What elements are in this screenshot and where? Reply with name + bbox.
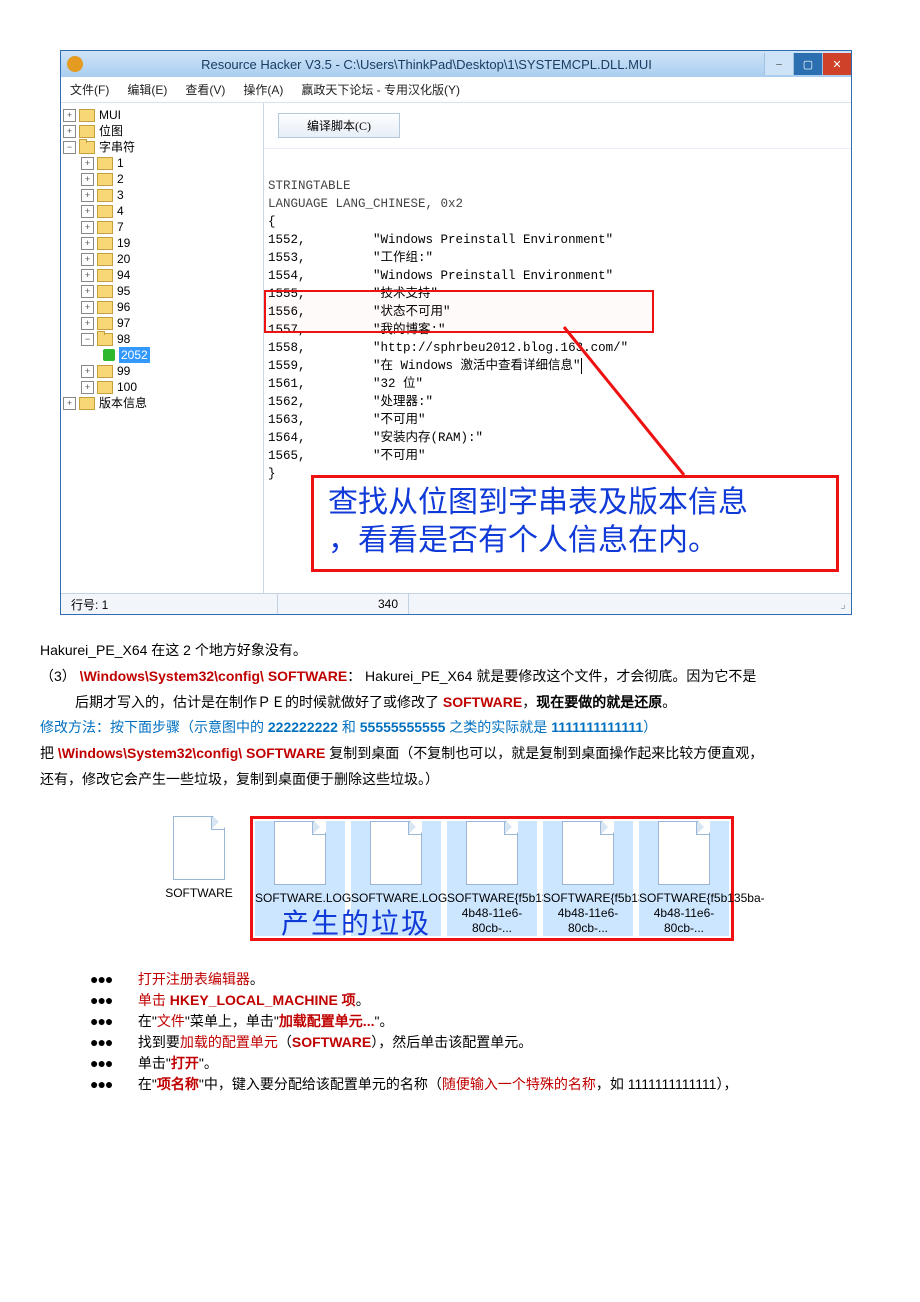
file-label: SOFTWARE{f5b135ba-4b48-11e6-80cb-... xyxy=(447,891,537,936)
status-bar: 行号: 1 340 ⌟ xyxy=(61,593,851,614)
tree-node[interactable]: 100 xyxy=(117,379,137,395)
source-pane: 编译脚本(C) STRINGTABLE LANGUAGE LANG_CHINES… xyxy=(264,103,851,593)
file-icon xyxy=(274,821,326,885)
para: 还有，修改它会产生一些垃圾，复制到桌面便于删除这些垃圾。） xyxy=(40,768,880,792)
list-item: ●●● 在"文件"菜单上，单击"加载配置单元..."。 xyxy=(90,1011,880,1031)
tree-node[interactable]: 96 xyxy=(117,299,130,315)
para: 修改方法：按下面步骤（示意图中的 222222222 和 55555555555… xyxy=(40,716,880,740)
title-bar[interactable]: Resource Hacker V3.5 - C:\Users\ThinkPad… xyxy=(61,51,851,77)
file-label: SOFTWARE{f5b135ba-4b48-11e6-80cb-... xyxy=(639,891,729,936)
close-button[interactable]: ✕ xyxy=(822,53,851,75)
menu-bar: 文件(F) 编辑(E) 查看(V) 操作(A) 赢政天下论坛 - 专用汉化版(Y… xyxy=(61,77,851,103)
list-item: ●●● 在"项名称"中，键入要分配给该配置单元的名称（随便输入一个特殊的名称，如… xyxy=(90,1074,880,1094)
text-caret xyxy=(581,358,582,374)
status-line: 行号: 1 xyxy=(71,596,108,613)
file-icon xyxy=(173,816,225,880)
tree-node[interactable]: 1 xyxy=(117,155,124,171)
maximize-button[interactable]: ▢ xyxy=(793,53,822,75)
tree-node[interactable]: 97 xyxy=(117,315,130,331)
tree-leaf-selected[interactable]: 2052 xyxy=(119,347,150,363)
tree-node[interactable]: 98 xyxy=(117,331,130,347)
file-icon xyxy=(658,821,710,885)
garbage-files-highlight: SOFTWARE.LOG1 SOFTWARE.LOG2 SOFTWARE{f5b… xyxy=(250,816,734,941)
file-item[interactable]: SOFTWARE xyxy=(154,816,244,941)
tree-node[interactable]: 2 xyxy=(117,171,124,187)
app-icon xyxy=(67,56,83,72)
menu-action[interactable]: 操作(A) xyxy=(240,80,286,99)
file-item[interactable]: SOFTWARE{f5b135ba-4b48-11e6-80cb-... xyxy=(447,821,537,936)
tree-bitmap[interactable]: 位图 xyxy=(99,123,123,139)
tree-node[interactable]: 7 xyxy=(117,219,124,235)
tree-node[interactable]: 19 xyxy=(117,235,130,251)
minimize-button[interactable]: – xyxy=(764,53,793,75)
steps-list: ●●● 打开注册表编辑器。 ●●● 单击 HKEY_LOCAL_MACHINE … xyxy=(40,969,880,1094)
menu-view[interactable]: 查看(V) xyxy=(182,80,228,99)
resource-leaf-icon xyxy=(103,349,115,361)
body-text: Hakurei_PE_X64 在这 2 个地方好象没有。 （3） \Window… xyxy=(40,639,880,792)
window-title: Resource Hacker V3.5 - C:\Users\ThinkPad… xyxy=(89,57,764,72)
garbage-caption: 产生的垃圾 xyxy=(281,902,431,942)
file-item[interactable]: SOFTWARE{f5b135ba-4b48-11e6-80cb-... xyxy=(543,821,633,936)
tree-node[interactable]: 3 xyxy=(117,187,124,203)
tree-stringtable[interactable]: 字串符 xyxy=(99,139,135,155)
tree-node[interactable]: 95 xyxy=(117,283,130,299)
para: 后期才写入的，估计是在制作ＰＥ的时候就做好了或修改了 SOFTWARE，现在要做… xyxy=(40,691,880,715)
menu-forum[interactable]: 赢政天下论坛 - 专用汉化版(Y) xyxy=(298,80,463,99)
compile-script-button[interactable]: 编译脚本(C) xyxy=(278,113,400,138)
file-explorer-snippet: SOFTWARE SOFTWARE.LOG1 SOFTWARE.LOG2 SOF… xyxy=(146,804,774,951)
annotation-highlight xyxy=(264,290,654,333)
tree-mui[interactable]: MUI xyxy=(99,107,121,123)
menu-file[interactable]: 文件(F) xyxy=(67,80,112,99)
file-icon xyxy=(562,821,614,885)
tree-node[interactable]: 94 xyxy=(117,267,130,283)
list-item: ●●● 单击 HKEY_LOCAL_MACHINE 项。 xyxy=(90,990,880,1010)
list-item: ●●● 打开注册表编辑器。 xyxy=(90,969,880,989)
list-item: ●●● 单击"打开"。 xyxy=(90,1053,880,1073)
tree-node[interactable]: 99 xyxy=(117,363,130,379)
para: （3） \Windows\System32\config\ SOFTWARE： … xyxy=(40,665,880,689)
resource-tree[interactable]: +MUI +位图 −字串符 +1 +2 +3 +4 +7 +19 +20 +94… xyxy=(61,103,264,593)
file-label: SOFTWARE{f5b135ba-4b48-11e6-80cb-... xyxy=(543,891,633,936)
resize-grip-icon[interactable]: ⌟ xyxy=(835,597,851,611)
list-item: ●●● 找到要加载的配置单元（SOFTWARE），然后单击该配置单元。 xyxy=(90,1032,880,1052)
tree-node[interactable]: 4 xyxy=(117,203,124,219)
menu-edit[interactable]: 编辑(E) xyxy=(124,80,170,99)
file-icon xyxy=(466,821,518,885)
resource-hacker-window: Resource Hacker V3.5 - C:\Users\ThinkPad… xyxy=(60,50,852,615)
tree-version[interactable]: 版本信息 xyxy=(99,395,147,411)
para: Hakurei_PE_X64 在这 2 个地方好象没有。 xyxy=(40,639,880,663)
file-icon xyxy=(370,821,422,885)
tree-node[interactable]: 20 xyxy=(117,251,130,267)
status-col: 340 xyxy=(378,597,398,611)
file-label: SOFTWARE xyxy=(154,886,244,901)
annotation-callout: 查找从位图到字串表及版本信息 ，看看是否有个人信息在内。 xyxy=(311,475,839,572)
para: 把 \Windows\System32\config\ SOFTWARE 复制到… xyxy=(40,742,880,766)
file-item[interactable]: SOFTWARE{f5b135ba-4b48-11e6-80cb-... xyxy=(639,821,729,936)
